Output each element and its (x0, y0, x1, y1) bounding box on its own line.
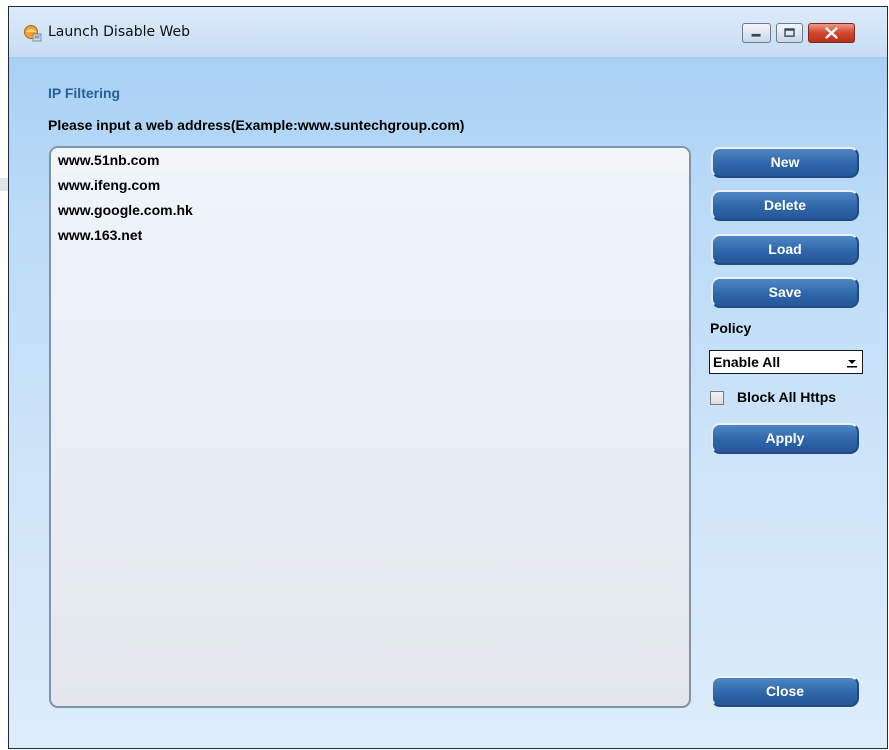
delete-button[interactable]: Delete (711, 190, 859, 221)
maximize-icon (784, 28, 795, 37)
minimize-button[interactable] (742, 23, 771, 43)
maximize-button[interactable] (776, 23, 803, 43)
policy-selected-value: Enable All (713, 354, 781, 370)
list-item[interactable]: www.ifeng.com (51, 173, 689, 198)
policy-label: Policy (710, 320, 752, 336)
save-button[interactable]: Save (711, 277, 859, 308)
section-title: IP Filtering (48, 85, 121, 101)
list-item[interactable]: www.google.com.hk (51, 198, 689, 223)
app-icon (24, 25, 42, 42)
load-button[interactable]: Load (711, 234, 859, 265)
minimize-icon (751, 33, 761, 37)
new-button[interactable]: New (711, 147, 859, 178)
background-edge-fragment (0, 178, 8, 191)
list-item[interactable]: www.163.net (51, 223, 689, 248)
address-list[interactable]: www.51nb.com www.ifeng.com www.google.co… (49, 146, 691, 708)
block-https-checkbox[interactable] (710, 391, 724, 405)
list-item[interactable]: www.51nb.com (51, 148, 689, 173)
title-bar[interactable]: Launch Disable Web (9, 7, 887, 57)
instruction-label: Please input a web address(Example:www.s… (48, 117, 465, 133)
main-window: Launch Disable Web IP Filtering Please i… (8, 6, 888, 749)
block-https-label[interactable]: Block All Https (737, 389, 836, 405)
close-button[interactable]: Close (711, 676, 859, 707)
client-area: IP Filtering Please input a web address(… (9, 57, 887, 748)
close-window-button[interactable] (808, 23, 855, 43)
apply-button[interactable]: Apply (711, 423, 859, 454)
policy-select[interactable]: Enable All (709, 350, 863, 374)
window-title: Launch Disable Web (48, 24, 191, 40)
chevron-down-icon[interactable] (845, 355, 859, 369)
close-icon (825, 27, 838, 39)
